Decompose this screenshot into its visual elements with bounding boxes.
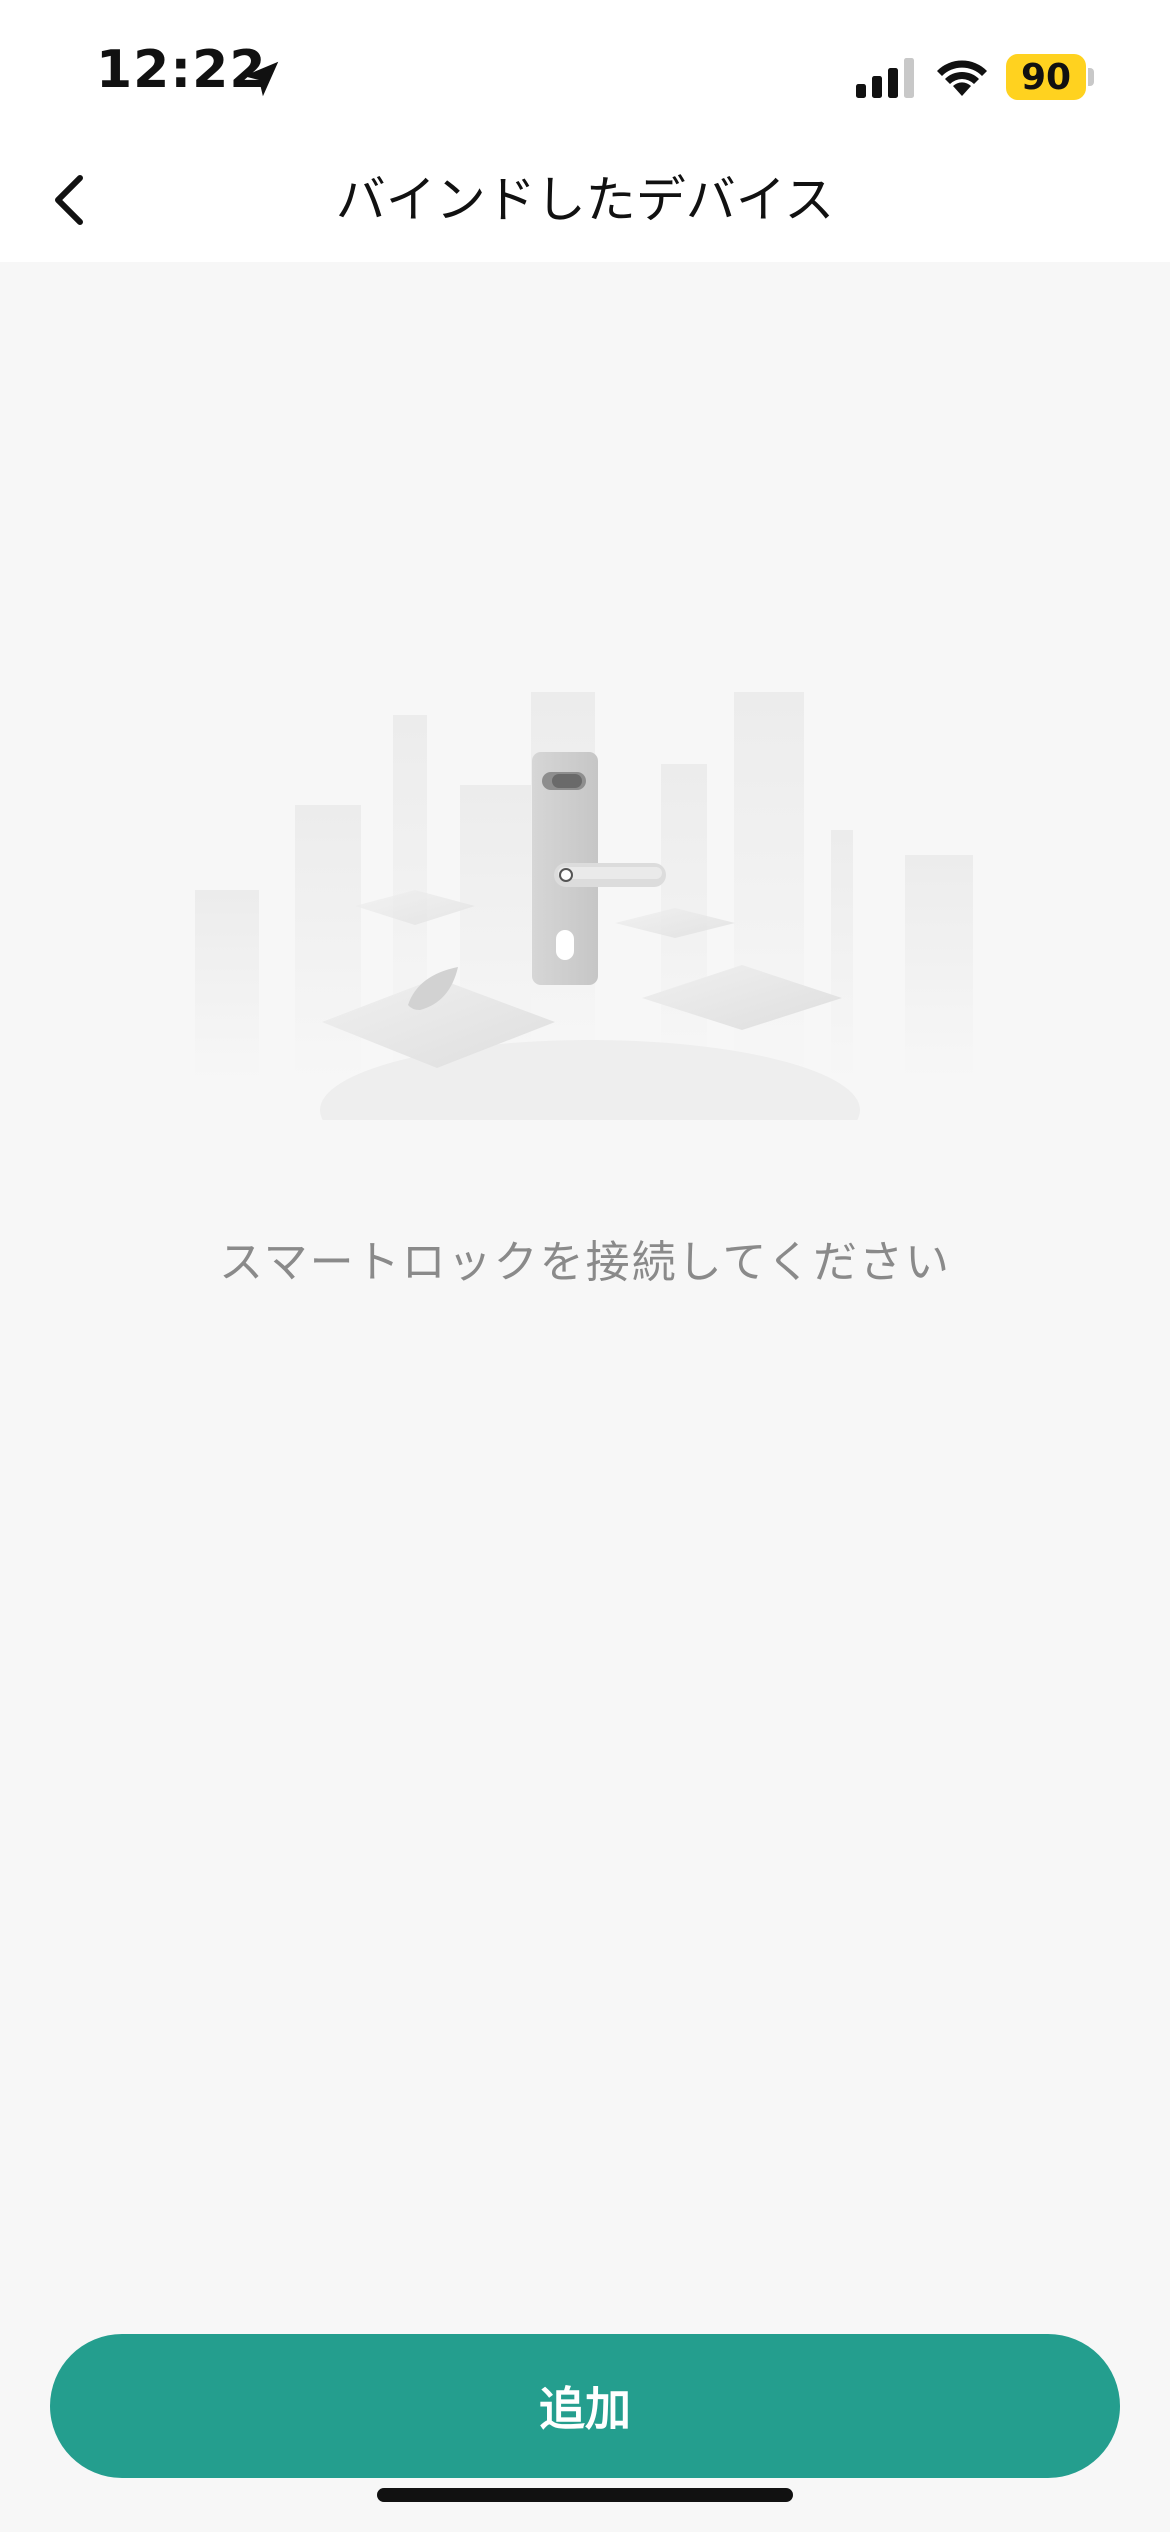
add-button-label: 追加: [539, 2382, 631, 2436]
home-indicator: [377, 2488, 793, 2502]
battery-cap: [1088, 68, 1094, 86]
cellular-signal-icon: [856, 58, 914, 98]
battery-icon: 90: [1006, 54, 1086, 100]
smart-lock-illustration: [195, 692, 973, 1120]
navigation-bar: バインドしたデバイス: [0, 140, 1170, 262]
battery-level: 90: [1020, 56, 1072, 98]
status-bar: 12:22 90: [0, 0, 1170, 140]
wifi-icon: [937, 60, 987, 96]
page-title: バインドしたデバイス: [335, 171, 835, 229]
empty-state-message: スマートロックを接続してください: [218, 1237, 952, 1288]
location-arrow-icon: [243, 61, 279, 97]
add-button[interactable]: 追加: [50, 2334, 1120, 2478]
door-lock: [532, 752, 666, 985]
